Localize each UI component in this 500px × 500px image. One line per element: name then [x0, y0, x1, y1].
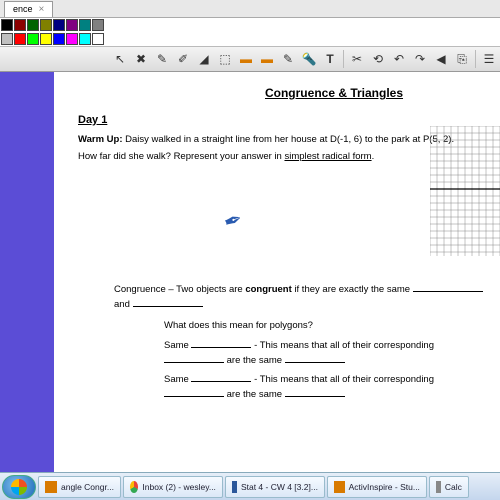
page-title: Congruence & Triangles — [178, 86, 490, 100]
color-swatch[interactable] — [14, 33, 26, 45]
page-tool-icon[interactable]: ⎘ — [452, 49, 472, 69]
shape-tool-icon[interactable]: ▬ — [236, 49, 256, 69]
warmup-line2: How far did she walk? Represent your ans… — [78, 151, 490, 164]
taskbar: angle Congr... Inbox (2) - wesley... Sta… — [0, 472, 500, 500]
undo-tool-icon[interactable]: ↶ — [389, 49, 409, 69]
color-swatch[interactable] — [92, 33, 104, 45]
connector-tool-icon[interactable]: ▬ — [257, 49, 277, 69]
color-swatch[interactable] — [79, 19, 91, 31]
workspace: Congruence & Triangles Day 1 Warm Up: Da… — [0, 72, 500, 472]
cut-tool-icon[interactable]: ✂ — [347, 49, 367, 69]
pen-cursor-icon: ✒ — [220, 206, 246, 237]
page-canvas[interactable]: Congruence & Triangles Day 1 Warm Up: Da… — [54, 72, 500, 472]
color-swatch[interactable] — [92, 19, 104, 31]
prev-tool-icon[interactable]: ◀ — [431, 49, 451, 69]
taskbar-item[interactable]: Inbox (2) - wesley... — [123, 476, 223, 498]
color-swatch[interactable] — [27, 33, 39, 45]
toolbar: ↖ ✖ ✎ ✐ ◢ ⬚ ▬ ▬ ✎ 🔦 T ✂ ⟲ ↶ ↷ ◀ ⎘ ☰ — [0, 46, 500, 72]
warmup-label: Warm Up: — [78, 134, 123, 145]
pointer-tool-icon[interactable]: ↖ — [110, 49, 130, 69]
reset-tool-icon[interactable]: ⟲ — [368, 49, 388, 69]
spotlight-tool-icon[interactable]: 🔦 — [299, 49, 319, 69]
color-swatch[interactable] — [66, 33, 78, 45]
activinspire-icon — [334, 481, 345, 493]
same-line-1: Same - This means that all of their corr… — [164, 338, 490, 368]
color-swatch[interactable] — [79, 33, 91, 45]
color-swatch[interactable] — [1, 19, 13, 31]
color-swatch[interactable] — [14, 19, 26, 31]
color-swatch[interactable] — [1, 33, 13, 45]
app-icon — [45, 481, 57, 493]
color-swatch[interactable] — [53, 33, 65, 45]
select-tool-icon[interactable]: ✖ — [131, 49, 151, 69]
color-palette-row1 — [0, 18, 500, 32]
day-heading: Day 1 — [78, 114, 490, 126]
blank — [191, 373, 251, 382]
fill-tool-icon[interactable]: ⬚ — [215, 49, 235, 69]
blank — [164, 388, 224, 397]
toolbar-separator — [343, 50, 344, 68]
document-tab[interactable]: ence × — [4, 1, 53, 17]
toolbar-separator — [475, 50, 476, 68]
word-icon — [232, 481, 237, 493]
calc-icon — [436, 481, 441, 493]
blank — [285, 354, 345, 363]
close-icon[interactable]: × — [39, 4, 45, 15]
eraser-tool-icon[interactable]: ◢ — [194, 49, 214, 69]
stamp-tool-icon[interactable]: ✎ — [278, 49, 298, 69]
polygon-question: What does this mean for polygons? — [164, 318, 490, 333]
coordinate-grid — [430, 126, 500, 256]
tab-bar: ence × — [0, 0, 500, 18]
warmup-line1: Warm Up: Daisy walked in a straight line… — [78, 134, 490, 147]
blank — [413, 283, 483, 292]
color-swatch[interactable] — [27, 19, 39, 31]
highlighter-tool-icon[interactable]: ✐ — [173, 49, 193, 69]
menu-tool-icon[interactable]: ☰ — [479, 49, 499, 69]
start-button[interactable] — [2, 475, 36, 499]
blank — [191, 339, 251, 348]
taskbar-item[interactable]: Calc — [429, 476, 469, 498]
blank — [164, 354, 224, 363]
blank — [285, 388, 345, 397]
windows-icon — [11, 479, 27, 495]
warmup-text1: Daisy walked in a straight line from her… — [125, 134, 454, 145]
sidebar — [0, 72, 54, 472]
taskbar-item[interactable]: angle Congr... — [38, 476, 121, 498]
taskbar-item[interactable]: Stat 4 - CW 4 [3.2]... — [225, 476, 325, 498]
color-swatch[interactable] — [40, 19, 52, 31]
blank — [133, 298, 203, 307]
color-swatch[interactable] — [40, 33, 52, 45]
tab-title: ence — [13, 4, 33, 14]
same-line-2: Same - This means that all of their corr… — [164, 372, 490, 402]
color-swatch[interactable] — [53, 19, 65, 31]
taskbar-item[interactable]: ActivInspire - Stu... — [327, 476, 427, 498]
pen-tool-icon[interactable]: ✎ — [152, 49, 172, 69]
chrome-icon — [130, 481, 138, 493]
color-swatch[interactable] — [66, 19, 78, 31]
color-palette-row2 — [0, 32, 500, 46]
text-tool-icon[interactable]: T — [320, 49, 340, 69]
redo-tool-icon[interactable]: ↷ — [410, 49, 430, 69]
congruence-definition: Congruence – Two objects are congruent i… — [114, 282, 490, 312]
congruence-section: Congruence – Two objects are congruent i… — [114, 282, 490, 402]
